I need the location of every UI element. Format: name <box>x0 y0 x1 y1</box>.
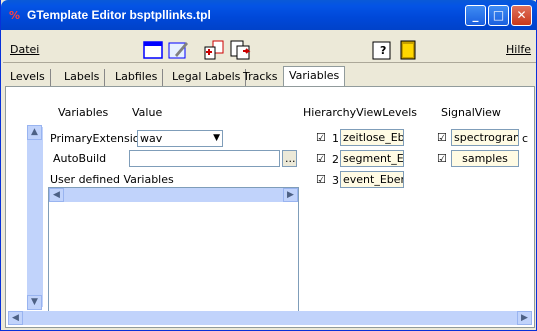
signal-checkbox-1[interactable]: ☑ <box>437 132 449 144</box>
signal-field-1[interactable]: spectrogram <box>451 129 519 146</box>
list-scroll-right-button[interactable]: ▶ <box>283 188 298 202</box>
list-scroll-left-button[interactable]: ◀ <box>49 188 64 202</box>
signal-extra-1: c <box>522 132 529 145</box>
tab-tracks[interactable]: Tracks <box>238 69 284 86</box>
minimize-button[interactable]: _ <box>465 5 486 26</box>
scroll-right-button[interactable]: ▶ <box>517 311 532 325</box>
title-bar: % GTemplate Editor bsptpllinks.tpl _ □ ✕ <box>1 0 537 30</box>
hierarchy-num-2: 2 <box>332 153 339 166</box>
autobuild-field[interactable] <box>129 150 280 167</box>
exit-icon[interactable] <box>397 39 419 61</box>
signal-checkbox-2[interactable]: ☑ <box>437 153 449 165</box>
svg-text:?: ? <box>380 44 386 57</box>
menu-help[interactable]: Hilfe <box>506 43 531 56</box>
tab-levels[interactable]: Levels <box>5 69 51 86</box>
scroll-up-button[interactable]: ▲ <box>27 125 42 140</box>
maximize-button[interactable]: □ <box>488 5 509 26</box>
signal-field-2[interactable]: samples <box>451 150 519 167</box>
scroll-down-button[interactable]: ▼ <box>27 295 42 310</box>
hierarchy-field-3[interactable]: event_Ebene <box>340 171 404 188</box>
tab-labels[interactable]: Labels <box>59 69 106 86</box>
hierarchy-checkbox-3[interactable]: ☑ <box>316 174 328 186</box>
user-defined-variables-list[interactable]: ◀ ▶ <box>48 187 299 312</box>
signal-view-header: SignalView <box>441 106 501 119</box>
list-horizontal-scrollbar[interactable] <box>49 188 298 202</box>
user-defined-variables-label: User defined Variables <box>50 173 174 186</box>
hierarchy-num-1: 1 <box>332 132 339 145</box>
hierarchy-checkbox-2[interactable]: ☑ <box>316 153 328 165</box>
app-icon: % <box>9 9 21 22</box>
hierarchy-field-1[interactable]: zeitlose_Ebe <box>340 129 404 146</box>
tab-strip: Levels Labels Labfiles Legal Labels Trac… <box>5 66 535 87</box>
hierarchy-header: HierarchyViewLevels <box>303 106 418 119</box>
hierarchy-field-2[interactable]: segment_Eb <box>340 150 404 167</box>
autobuild-browse-button[interactable]: ... <box>282 150 297 167</box>
autobuild-label: AutoBuild <box>53 152 107 165</box>
value-column-header: Value <box>132 106 163 119</box>
tab-legal-labels[interactable]: Legal Labels <box>167 69 247 86</box>
tab-variables[interactable]: Variables <box>283 66 346 87</box>
save-edit-icon[interactable] <box>167 39 189 61</box>
variables-panel: ▲ ▼ Variables Value PrimaryExtension wav… <box>5 86 535 328</box>
primary-extension-label: PrimaryExtension <box>50 132 147 145</box>
horizontal-scrollbar[interactable] <box>8 311 532 325</box>
vertical-scrollbar[interactable] <box>27 127 43 307</box>
scroll-left-button[interactable]: ◀ <box>8 311 23 325</box>
chevron-down-icon: ▼ <box>213 133 220 143</box>
help-icon[interactable]: ? <box>371 39 393 61</box>
window-icon[interactable] <box>142 39 164 61</box>
window-title: GTemplate Editor bsptpllinks.tpl <box>27 8 211 22</box>
variables-column-header: Variables <box>58 106 109 119</box>
hierarchy-num-3: 3 <box>332 174 339 187</box>
primary-extension-value: wav <box>140 132 163 145</box>
close-button[interactable]: ✕ <box>511 5 532 26</box>
export-icon[interactable] <box>229 39 251 61</box>
tab-labfiles[interactable]: Labfiles <box>110 69 164 86</box>
primary-extension-select[interactable]: wav ▼ <box>137 130 223 147</box>
menu-file[interactable]: Datei <box>10 43 39 56</box>
main-window: % GTemplate Editor bsptpllinks.tpl _ □ ✕… <box>0 0 537 331</box>
menu-bar: Datei ? Hilfe <box>3 31 536 63</box>
edit-icon[interactable] <box>203 39 225 61</box>
hierarchy-checkbox-1[interactable]: ☑ <box>316 132 328 144</box>
